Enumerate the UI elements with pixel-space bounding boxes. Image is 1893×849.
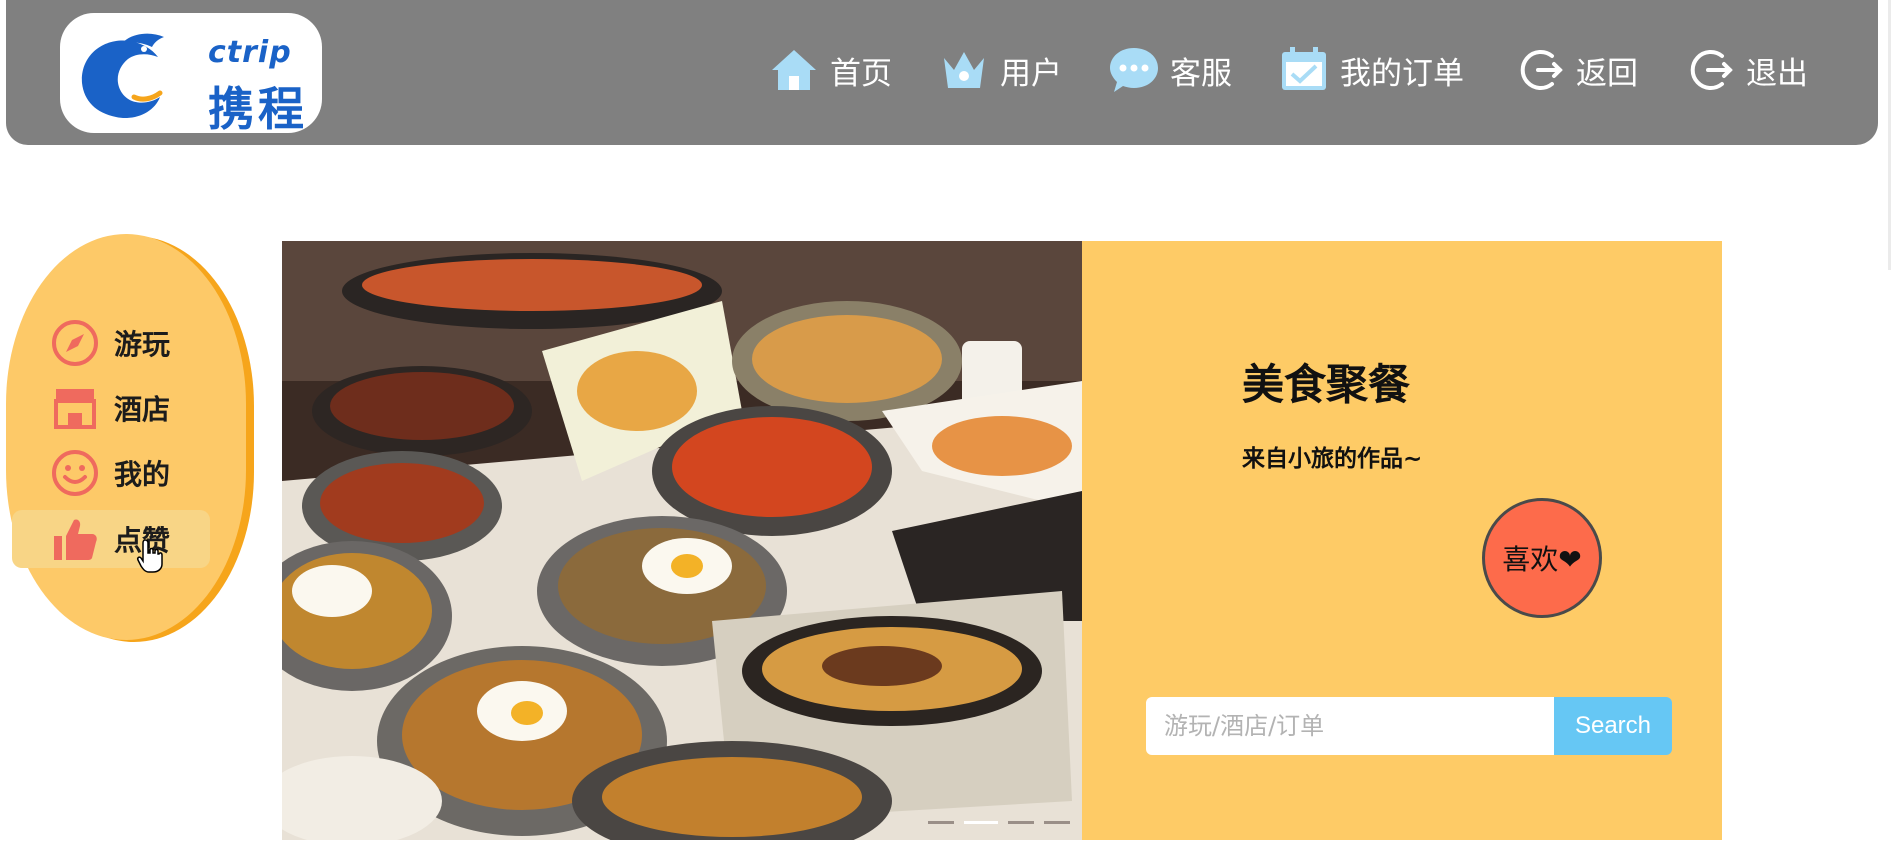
nav-orders[interactable]: 我的订单 <box>1278 40 1464 100</box>
panel-title: 美食聚餐 <box>1242 360 1411 409</box>
smiley-icon <box>52 450 98 496</box>
back-arrow-icon <box>1520 50 1563 90</box>
logo-text-en: ctrip <box>208 35 292 70</box>
search-button[interactable]: Search <box>1554 697 1672 755</box>
like-button[interactable]: 喜欢❤ <box>1482 498 1602 618</box>
nav-home-label: 首页 <box>830 55 892 92</box>
store-icon <box>54 389 96 429</box>
nav-service-label: 客服 <box>1170 55 1232 92</box>
nav-back-label: 返回 <box>1576 55 1638 92</box>
nav-back[interactable]: 返回 <box>1514 40 1638 100</box>
nav-logout-label: 退出 <box>1746 55 1808 92</box>
banner-food-photo[interactable] <box>282 241 1082 840</box>
slide-dot-3[interactable] <box>1008 821 1034 824</box>
sidebar-item-hotel-label: 酒店 <box>114 393 171 426</box>
sidebar-item-mine[interactable]: 我的 <box>12 444 210 502</box>
slide-dot-4[interactable] <box>1044 821 1070 824</box>
sidebar-item-hotel[interactable]: 酒店 <box>12 379 210 437</box>
nav-home[interactable]: 首页 <box>768 40 892 100</box>
search-input[interactable] <box>1146 697 1554 755</box>
nav-user[interactable]: 用户 <box>938 40 1062 100</box>
nav-user-label: 用户 <box>1000 55 1062 92</box>
slide-indicators <box>928 821 1080 824</box>
nav-orders-label: 我的订单 <box>1340 55 1464 92</box>
info-panel: 美食聚餐 来自小旅的作品~ 喜欢❤ Search <box>1082 241 1722 840</box>
logo-text-cn: 携程 <box>208 82 308 136</box>
logout-icon <box>1690 50 1733 90</box>
side-menu: 游玩 酒店 我的 点赞 <box>6 234 246 640</box>
dolphin-logo-icon <box>81 33 164 119</box>
crown-icon <box>944 52 984 88</box>
calendar-icon <box>1282 47 1326 90</box>
sidebar-item-play[interactable]: 游玩 <box>12 314 210 372</box>
food-table-image <box>282 241 1082 840</box>
sidebar-item-like[interactable]: 点赞 <box>12 510 210 568</box>
thumbs-up-icon <box>54 519 97 560</box>
slide-dot-2[interactable] <box>964 821 998 824</box>
hand-cursor-icon <box>137 539 163 573</box>
nav-logout[interactable]: 退出 <box>1684 40 1808 100</box>
top-header: ctrip 携程 首页 用户 客服 我的订单 返回 退出 <box>6 0 1878 145</box>
sidebar-item-play-label: 游玩 <box>114 328 171 361</box>
slide-dot-1[interactable] <box>928 821 954 824</box>
sidebar-item-mine-label: 我的 <box>114 458 171 491</box>
chat-bubble-icon <box>1110 48 1158 92</box>
nav-service[interactable]: 客服 <box>1108 40 1232 100</box>
scrollbar[interactable] <box>1888 0 1891 270</box>
panel-subtitle: 来自小旅的作品~ <box>1242 446 1423 472</box>
ctrip-logo[interactable]: ctrip 携程 <box>60 13 322 136</box>
compass-icon <box>52 320 98 366</box>
home-icon <box>772 50 816 90</box>
